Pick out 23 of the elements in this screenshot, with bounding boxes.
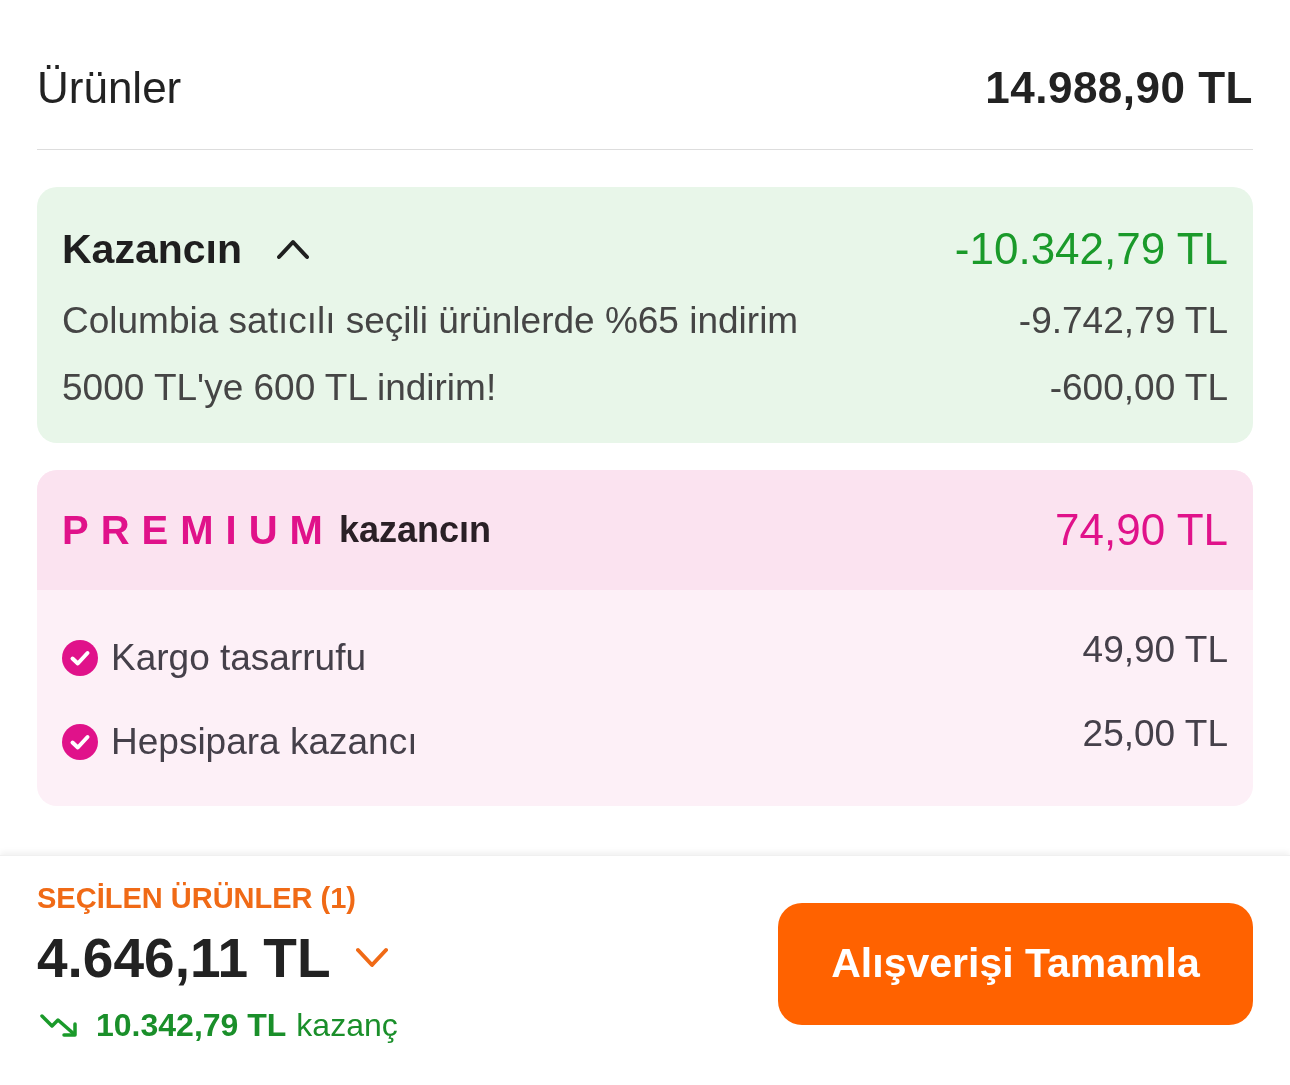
chevron-up-icon[interactable] [277, 237, 309, 261]
order-total: 4.646,11 TL [37, 927, 331, 988]
discount-amount: -600,00 TL [1049, 366, 1228, 410]
discount-amount: -9.742,79 TL [1018, 299, 1228, 343]
benefit-label: Hepsipara kazancı [111, 720, 418, 764]
discount-label: 5000 TL'ye 600 TL indirim! [62, 366, 497, 410]
benefit-label: Kargo tasarrufu [111, 636, 367, 680]
discount-label: Columbia satıcılı seçili ürünlerde %65 indirim [62, 299, 799, 343]
products-label: Ürünler [37, 62, 182, 114]
benefit-amount: 49,90 TL [1082, 628, 1228, 672]
chevron-down-icon[interactable] [355, 945, 388, 970]
products-total: 14.988,90 TL [985, 62, 1253, 114]
savings-suffix: kazanç [296, 1005, 398, 1045]
premium-title: kazancın [338, 508, 491, 552]
selected-products-label: SEÇİLEN ÜRÜNLER (1) [37, 882, 357, 913]
checkout-button[interactable]: Alışverişi Tamamla [778, 902, 1253, 1025]
premium-brand-text: PREMIUM [62, 507, 335, 554]
benefit-amount: 25,00 TL [1082, 712, 1228, 756]
savings-amount: 10.342,79 TL [96, 1005, 287, 1045]
savings-title: Kazancın [62, 225, 242, 274]
savings-total: -10.342,79 TL [954, 223, 1228, 275]
trend-down-icon [40, 1011, 78, 1038]
premium-total: 74,90 TL [1055, 504, 1228, 556]
